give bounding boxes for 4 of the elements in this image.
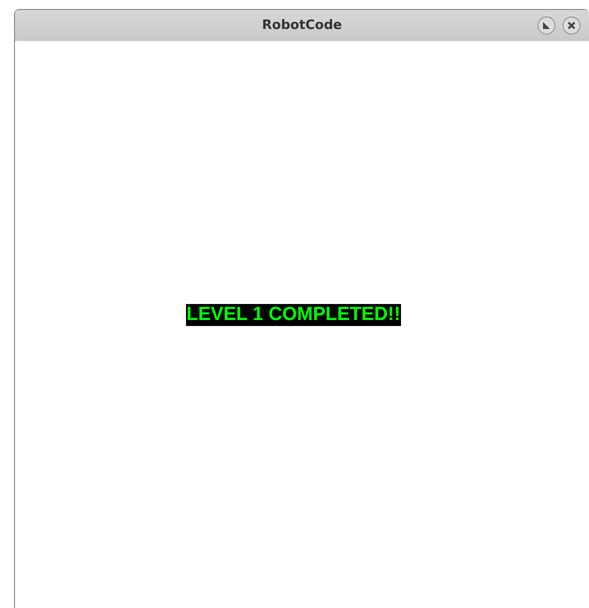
status-message: LEVEL 1 COMPLETED!! (186, 304, 402, 326)
window-title: RobotCode (262, 16, 342, 35)
close-icon[interactable] (562, 16, 581, 35)
maximize-icon[interactable] (537, 16, 556, 35)
